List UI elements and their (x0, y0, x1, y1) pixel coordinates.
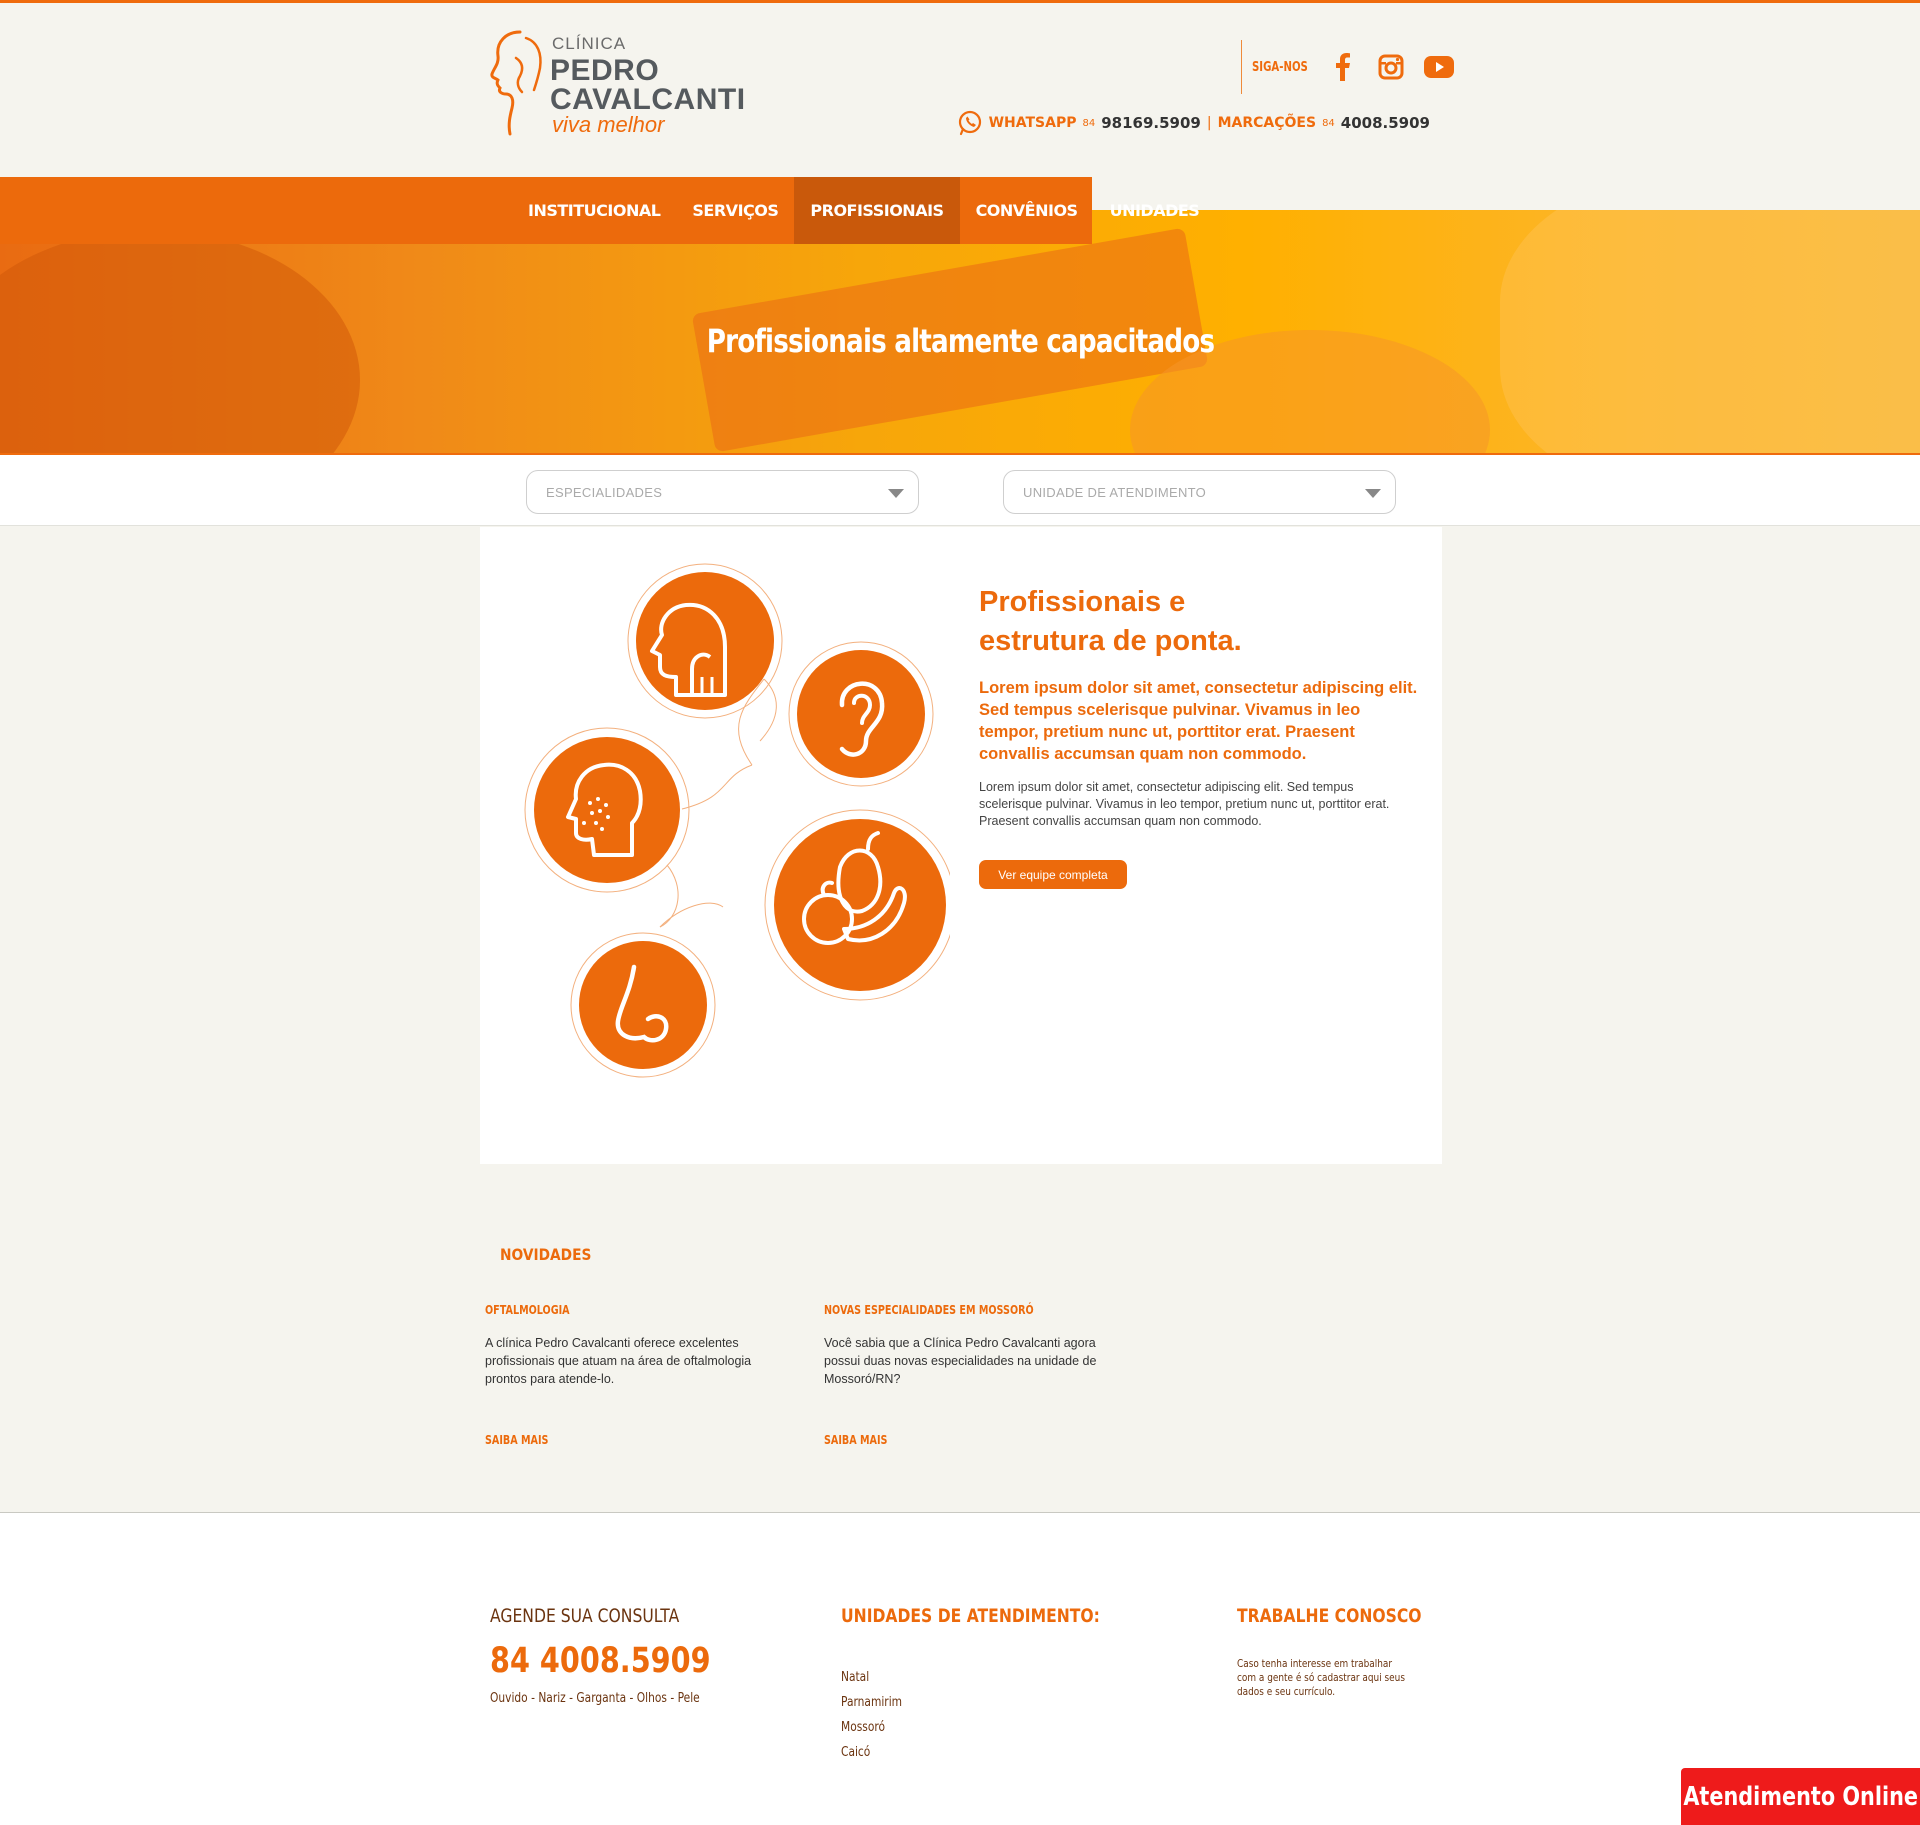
footer-unidade-parnamirim[interactable]: Parnamirim (841, 1690, 1100, 1715)
social-links: SIGA-NOS (1241, 40, 1454, 94)
unidade-select-value: UNIDADE DE ATENDIMENTO (1023, 484, 1207, 500)
footer-specialties: Ouvido - Nariz - Garganta - Olhos - Pele (490, 1691, 700, 1706)
nose-icon (570, 932, 716, 1078)
hero-title: Profissionais altamente capacitados (706, 322, 1214, 360)
footer-phone[interactable]: 84 4008.5909 (490, 1641, 711, 1681)
nutrition-fruit-icon (764, 809, 950, 1001)
saiba-mais-link[interactable]: SAIBA MAIS (485, 1433, 548, 1447)
atendimento-online-label: Atendimento Online (1683, 1781, 1918, 1812)
logo-clinica-text: CLÍNICA (552, 34, 627, 53)
logo-slogan: viva melhor (552, 112, 665, 137)
whatsapp-label: WHATSAPP (988, 115, 1077, 131)
marcacoes-label: MARCAÇÕES (1217, 115, 1317, 131)
specialty-icons-cluster (524, 563, 950, 1078)
footer-unidade-natal[interactable]: Natal (841, 1665, 1100, 1690)
main-nav: INSTITUCIONAL SERVIÇOS PROFISSIONAIS CON… (512, 177, 1215, 244)
news-item: OFTALMOLOGIA A clínica Pedro Cavalcanti … (485, 1303, 765, 1447)
logo-name-line1: PEDRO (550, 54, 660, 87)
news-item-text: Você sabia que a Clínica Pedro Cavalcant… (824, 1336, 1097, 1386)
footer-trabalhe: TRABALHE CONOSCO Caso tenha interesse em… (1237, 1605, 1462, 1699)
whatsapp-number[interactable]: 98169.5909 (1101, 114, 1201, 132)
feature-title-line2: estrutura de ponta. (979, 625, 1242, 657)
feature-body-text: Lorem ipsum dolor sit amet, consectetur … (979, 780, 1390, 828)
main-nav-bar: INSTITUCIONAL SERVIÇOS PROFISSIONAIS CON… (0, 177, 1200, 244)
whatsapp-icon (958, 110, 981, 136)
youtube-icon[interactable] (1423, 52, 1454, 82)
footer-unidades: UNIDADES DE ATENDIMENTO: Natal Parnamiri… (841, 1605, 1157, 1765)
chevron-down-icon (888, 489, 904, 498)
footer-agende-title: AGENDE SUA CONSULTA (490, 1605, 680, 1627)
contact-phones: WHATSAPP 84 98169.5909 | MARCAÇÕES 84 40… (957, 110, 1430, 136)
saiba-mais-link[interactable]: SAIBA MAIS (824, 1433, 887, 1447)
especialidades-select[interactable]: ESPECIALIDADES (526, 470, 919, 514)
feature-card: Profissionais e estrutura de ponta. Lore… (480, 527, 1442, 1164)
news-item-title[interactable]: NOVAS ESPECIALIDADES EM MOSSORÓ (824, 1303, 1048, 1317)
footer-agende: AGENDE SUA CONSULTA 84 4008.5909 Ouvido … (490, 1605, 759, 1706)
footer-unidade-mossoro[interactable]: Mossoró (841, 1715, 1100, 1740)
nav-item-profissionais[interactable]: PROFISSIONAIS (794, 177, 960, 244)
skin-face-icon (524, 727, 690, 893)
footer-trabalhe-text: Caso tenha interesse em trabalhar com a … (1237, 1658, 1405, 1698)
clinic-logo[interactable]: CLÍNICA PEDRO CAVALCANTI viva melhor (486, 28, 746, 143)
feature-title-line1: Profissionais e (979, 586, 1186, 618)
facebook-icon[interactable] (1328, 52, 1358, 82)
head-profile-logo-icon (490, 30, 542, 136)
footer-unidades-title: UNIDADES DE ATENDIMENTO: (841, 1605, 1100, 1627)
marcacoes-ddd: 84 (1322, 117, 1335, 129)
nav-item-unidades[interactable]: UNIDADES (1094, 177, 1216, 244)
footer-trabalhe-title[interactable]: TRABALHE CONOSCO (1237, 1605, 1422, 1627)
nav-item-convenios[interactable]: CONVÊNIOS (960, 177, 1094, 244)
marcacoes-number[interactable]: 4008.5909 (1341, 114, 1430, 132)
news-item-title[interactable]: OFTALMOLOGIA (485, 1303, 709, 1317)
instagram-icon[interactable] (1376, 52, 1406, 82)
especialidades-select-value: ESPECIALIDADES (546, 484, 663, 500)
chevron-down-icon (1365, 489, 1381, 498)
feature-lead-text: Lorem ipsum dolor sit amet, consectetur … (979, 679, 1418, 763)
footer-unidade-caico[interactable]: Caicó (841, 1740, 1100, 1765)
footer-unidades-list: Natal Parnamirim Mossoró Caicó (841, 1665, 1157, 1765)
nav-item-institucional[interactable]: INSTITUCIONAL (512, 177, 676, 244)
filter-bar: ESPECIALIDADES UNIDADE DE ATENDIMENTO (0, 455, 1920, 526)
nav-item-servicos[interactable]: SERVIÇOS (676, 177, 794, 244)
hero-banner: Profissionais altamente capacitados (0, 210, 1920, 455)
logo-name-line2: CAVALCANTI (550, 83, 746, 116)
contact-separator: | (1206, 115, 1212, 131)
ver-equipe-button[interactable]: Ver equipe completa (979, 860, 1127, 889)
whatsapp-ddd: 84 (1082, 117, 1096, 129)
unidade-select[interactable]: UNIDADE DE ATENDIMENTO (1003, 470, 1396, 514)
throat-icon (627, 563, 783, 719)
logo-name: PEDRO CAVALCANTI (550, 54, 746, 116)
top-accent-line (0, 0, 1920, 3)
news-section-title: NOVIDADES (500, 1245, 592, 1264)
feature-title: Profissionais e estrutura de ponta. (979, 583, 1242, 661)
social-label: SIGA-NOS (1252, 59, 1308, 75)
footer: AGENDE SUA CONSULTA 84 4008.5909 Ouvido … (0, 1513, 1920, 1825)
atendimento-online-button[interactable]: Atendimento Online (1681, 1768, 1920, 1825)
news-item: NOVAS ESPECIALIDADES EM MOSSORÓ Você sab… (824, 1303, 1104, 1447)
ear-icon (788, 641, 934, 787)
news-item-text: A clínica Pedro Cavalcanti oferece excel… (485, 1336, 752, 1386)
